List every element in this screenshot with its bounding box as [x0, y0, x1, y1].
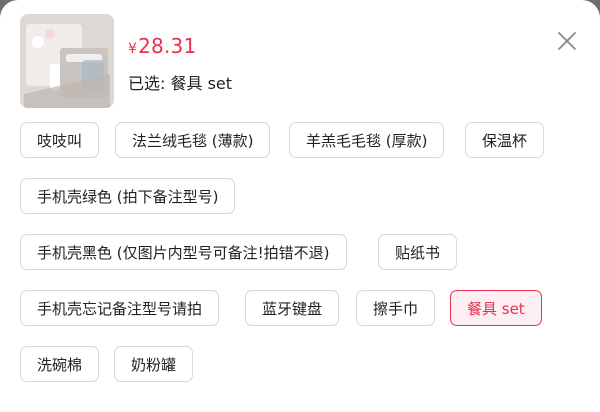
option-chip[interactable]: 手机壳黑色 (仅图片内型号可备注!拍错不退): [20, 234, 347, 270]
option-chip[interactable]: 擦手巾: [356, 290, 436, 326]
option-chip[interactable]: 保温杯: [465, 122, 545, 158]
option-chip[interactable]: 奶粉罐: [114, 346, 194, 382]
sku-selector-sheet: ¥28.31 已选: 餐具 set 吱吱叫 法兰绒毛毯 (薄款) 羊羔毛毛毯 (…: [0, 0, 600, 412]
option-chip[interactable]: 手机壳忘记备注型号请拍: [20, 290, 220, 326]
option-chip[interactable]: 贴纸书: [378, 234, 458, 270]
option-chip[interactable]: 蓝牙键盘: [245, 290, 340, 326]
option-chip-selected[interactable]: 餐具 set: [450, 290, 542, 326]
option-chip[interactable]: 手机壳绿色 (拍下备注型号): [20, 178, 236, 214]
variant-options: 吱吱叫 法兰绒毛毯 (薄款) 羊羔毛毛毯 (厚款) 保温杯 手机壳绿色 (拍下备…: [0, 0, 600, 412]
option-chip[interactable]: 法兰绒毛毯 (薄款): [115, 122, 271, 158]
option-chip[interactable]: 吱吱叫: [20, 122, 100, 158]
option-chip[interactable]: 羊羔毛毛毯 (厚款): [289, 122, 445, 158]
option-chip[interactable]: 洗碗棉: [20, 346, 100, 382]
